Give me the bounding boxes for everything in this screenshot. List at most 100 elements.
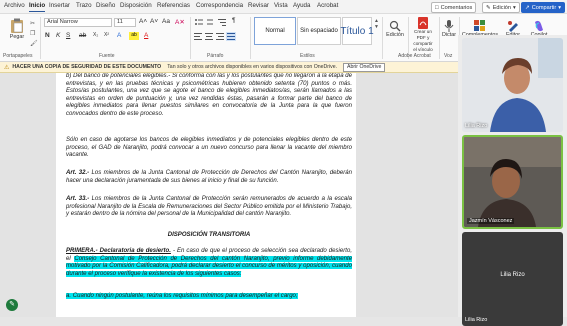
menu-insertar[interactable]: Insertar xyxy=(49,2,70,9)
share-button[interactable]: ↗ Compartir ▾ xyxy=(521,2,566,13)
grow-font-icon[interactable]: A˄ xyxy=(139,18,147,25)
pdf-icon xyxy=(418,17,428,29)
editing-mode-button[interactable]: ✎ Edición ▾ xyxy=(482,2,520,13)
participant-video-2 xyxy=(464,137,561,227)
text-effects-icon[interactable]: A xyxy=(117,32,121,39)
article-32: Art. 32.- Los miembros de la Junta Canto… xyxy=(66,170,352,185)
underline-icon[interactable]: S xyxy=(66,32,70,39)
align-buttons-icon[interactable] xyxy=(194,32,244,41)
participant-tile[interactable]: Jazmín Vásconez xyxy=(462,135,563,229)
paste-icon xyxy=(11,18,23,33)
document-canvas[interactable]: b) Del banco de potenciales elegibles.- … xyxy=(0,73,458,317)
participant-1-name: Lilia Rizo xyxy=(465,123,488,129)
style-title-label: Título 1 xyxy=(340,25,374,37)
menu-archivo[interactable]: Archivo xyxy=(4,2,25,9)
style-no-spacing-label: Sin espaciado xyxy=(300,28,338,34)
font-name-select[interactable]: Arial Narrow xyxy=(44,18,112,27)
paragraph-group-label: Párrafo xyxy=(207,53,224,59)
participant-tile[interactable]: Lilia Rizo xyxy=(462,38,563,132)
search-icon xyxy=(389,20,401,32)
font-size-select[interactable]: 11 xyxy=(114,18,136,27)
create-pdf-label: Crear un PDF y compartir el vínculo xyxy=(413,29,433,52)
ribbon-divider xyxy=(40,17,41,59)
pencil-icon: ✎ xyxy=(486,4,491,11)
menu-vista[interactable]: Vista xyxy=(274,2,288,9)
microphone-icon xyxy=(444,20,454,32)
change-case-icon[interactable]: Aa xyxy=(162,18,170,25)
style-title[interactable]: Título 1 xyxy=(340,17,374,45)
participant-3-name: Lilia Rizo xyxy=(500,272,525,278)
participant-3-small-label: Lilia Rizo xyxy=(465,317,488,323)
comments-button[interactable]: □ Comentarios xyxy=(431,2,477,13)
article-33-text: Los miembros de la Junta Cantonal de Pro… xyxy=(66,196,352,218)
shrink-font-icon[interactable]: A˅ xyxy=(150,18,158,25)
style-normal-label: Normal xyxy=(265,28,285,34)
comments-label: Comentarios xyxy=(440,4,473,11)
grid-icon xyxy=(474,20,485,31)
ribbon-divider xyxy=(439,17,440,59)
video-call-panel: Lilia Rizo Jazmín Vásconez Lilia Rizo Li… xyxy=(458,35,567,326)
participant-2-name: Jazmín Vásconez xyxy=(467,218,515,224)
article-32-label: Art. 32.- xyxy=(66,170,90,176)
menu-trazo[interactable]: Trazo xyxy=(76,2,92,9)
paste-label: Pegar xyxy=(9,34,25,40)
italic-icon[interactable]: K xyxy=(56,32,60,39)
styles-group-label: Estilos xyxy=(300,53,315,59)
bold-icon[interactable]: N xyxy=(45,32,50,39)
menu-disposicion[interactable]: Disposición xyxy=(120,2,152,9)
menu-inicio[interactable]: Inicio xyxy=(29,2,46,12)
warning-icon: ⚠ xyxy=(4,64,10,71)
cut-icon[interactable]: ✂ xyxy=(30,20,35,27)
styles-scroll-icon[interactable]: ▲ ▼ xyxy=(374,18,379,30)
comment-icon: □ xyxy=(435,4,439,11)
primera-label: PRIMERA.- Declaratoria de desierto. xyxy=(66,248,171,254)
list-item-a-text: a. Cuando ningún postulante, reúna los r… xyxy=(66,293,298,299)
ribbon-divider xyxy=(190,17,191,59)
subscript-icon[interactable]: X₂ xyxy=(93,32,98,38)
acrobat-group-label: Adobe Acrobat xyxy=(398,53,431,59)
menu-acrobat[interactable]: Acrobat xyxy=(317,2,338,9)
share-icon: ↗ xyxy=(525,4,530,11)
notification-title: HACER UNA COPIA DE SEGURIDAD DE ESTE DOC… xyxy=(12,64,162,70)
editing-label: Edición xyxy=(386,32,404,38)
list-item-a: a. Cuando ningún postulante, reúna los r… xyxy=(66,293,352,301)
ribbon-divider xyxy=(250,17,251,59)
copy-icon[interactable]: ❐ xyxy=(30,30,35,37)
dictate-button[interactable]: Dictar xyxy=(441,20,457,38)
format-painter-icon[interactable]: 🖌 xyxy=(30,40,38,47)
ribbon-divider xyxy=(382,17,383,59)
highlight-icon[interactable]: ab xyxy=(129,32,139,40)
superscript-icon[interactable]: X² xyxy=(104,32,109,38)
paste-button[interactable]: Pegar xyxy=(5,18,29,40)
section-heading: DISPOSICIÓN TRANSITORIA xyxy=(167,232,251,238)
menu-diseno[interactable]: Diseño xyxy=(96,2,115,9)
strikethrough-icon[interactable]: ab xyxy=(79,32,86,39)
chevron-down-icon: ▾ xyxy=(513,4,516,11)
font-color-icon[interactable]: A xyxy=(144,32,148,39)
article-32-text: Los miembros de la Junta Cantonal de Pro… xyxy=(66,170,352,184)
menu-revisar[interactable]: Revisar xyxy=(248,2,269,9)
menu-correspondencia[interactable]: Correspondencia xyxy=(196,2,243,9)
list-buttons-icon[interactable] xyxy=(194,18,230,27)
document-page[interactable]: b) Del banco de potenciales elegibles.- … xyxy=(56,73,356,317)
create-pdf-button[interactable]: Crear un PDF y compartir el vínculo xyxy=(410,17,436,53)
editor-pen-icon xyxy=(508,21,518,32)
article-33: Art. 33.- Los miembros de la Junta Canto… xyxy=(66,196,352,219)
open-onedrive-button[interactable]: Abrir OneDrive xyxy=(343,62,386,72)
document-paragraph: Sólo en caso de agotarse los bancos de e… xyxy=(66,137,352,159)
menu-ayuda[interactable]: Ayuda xyxy=(293,2,310,9)
font-group-label: Fuente xyxy=(99,53,115,59)
editing-button[interactable]: Edición xyxy=(384,20,406,38)
style-normal[interactable]: Normal xyxy=(254,17,296,45)
show-marks-icon[interactable]: ¶ xyxy=(232,17,236,24)
menu-referencias[interactable]: Referencias xyxy=(157,2,190,9)
clear-format-icon[interactable]: A✕ xyxy=(175,18,185,26)
chevron-down-icon: ▾ xyxy=(558,4,562,11)
primera-disposition: PRIMERA.- Declaratoria de desierto. - En… xyxy=(66,248,352,278)
onedrive-notification-bar: ⚠ HACER UNA COPIA DE SEGURIDAD DE ESTE D… xyxy=(0,62,458,73)
participant-tile[interactable]: Lilia Rizo Lilia Rizo xyxy=(462,232,563,326)
style-no-spacing[interactable]: Sin espaciado xyxy=(297,17,341,45)
participant-video-1 xyxy=(462,38,563,132)
pen-tool-icon[interactable]: ✎ xyxy=(6,299,18,311)
dictate-label: Dictar xyxy=(441,32,457,38)
